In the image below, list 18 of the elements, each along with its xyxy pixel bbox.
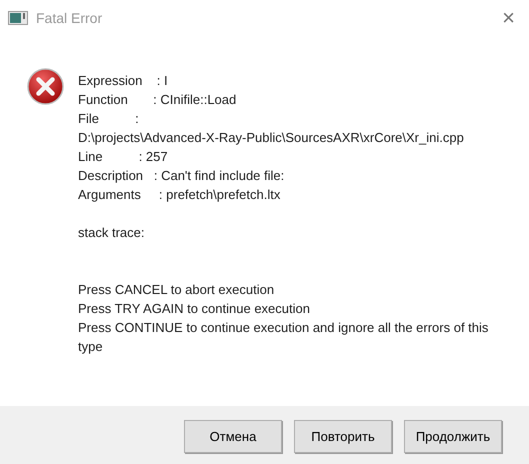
message-line: stack trace: <box>78 224 146 242</box>
dialog-button[interactable]: Отмена <box>184 420 282 453</box>
message-line: Function : CInifile::Load <box>78 91 238 109</box>
dialog-button[interactable]: Повторить <box>294 420 392 453</box>
message-line: Press CONTINUE to continue execution and ignore all the errors of this type <box>78 319 490 356</box>
error-icon <box>27 68 64 105</box>
dialog-button[interactable]: Продолжить <box>404 420 502 453</box>
message-line: File : <box>78 110 140 128</box>
message-line: Arguments : prefetch\prefetch.ltx <box>78 186 282 204</box>
close-button[interactable]: × <box>498 7 519 29</box>
message-line: Description : Can't find include file: <box>78 167 286 185</box>
message-line: Line : 257 <box>78 148 169 166</box>
app-icon <box>8 10 28 26</box>
message-line: Press TRY AGAIN to continue execution <box>78 300 311 318</box>
message-line: Expression : I <box>78 72 169 90</box>
window-title: Fatal Error <box>36 8 102 28</box>
message-line: D:\projects\Advanced-X-Ray-Public\SourcesAXR\xrCore\Xr_ini.cpp <box>78 129 465 147</box>
message-line: Press CANCEL to abort execution <box>78 281 276 299</box>
